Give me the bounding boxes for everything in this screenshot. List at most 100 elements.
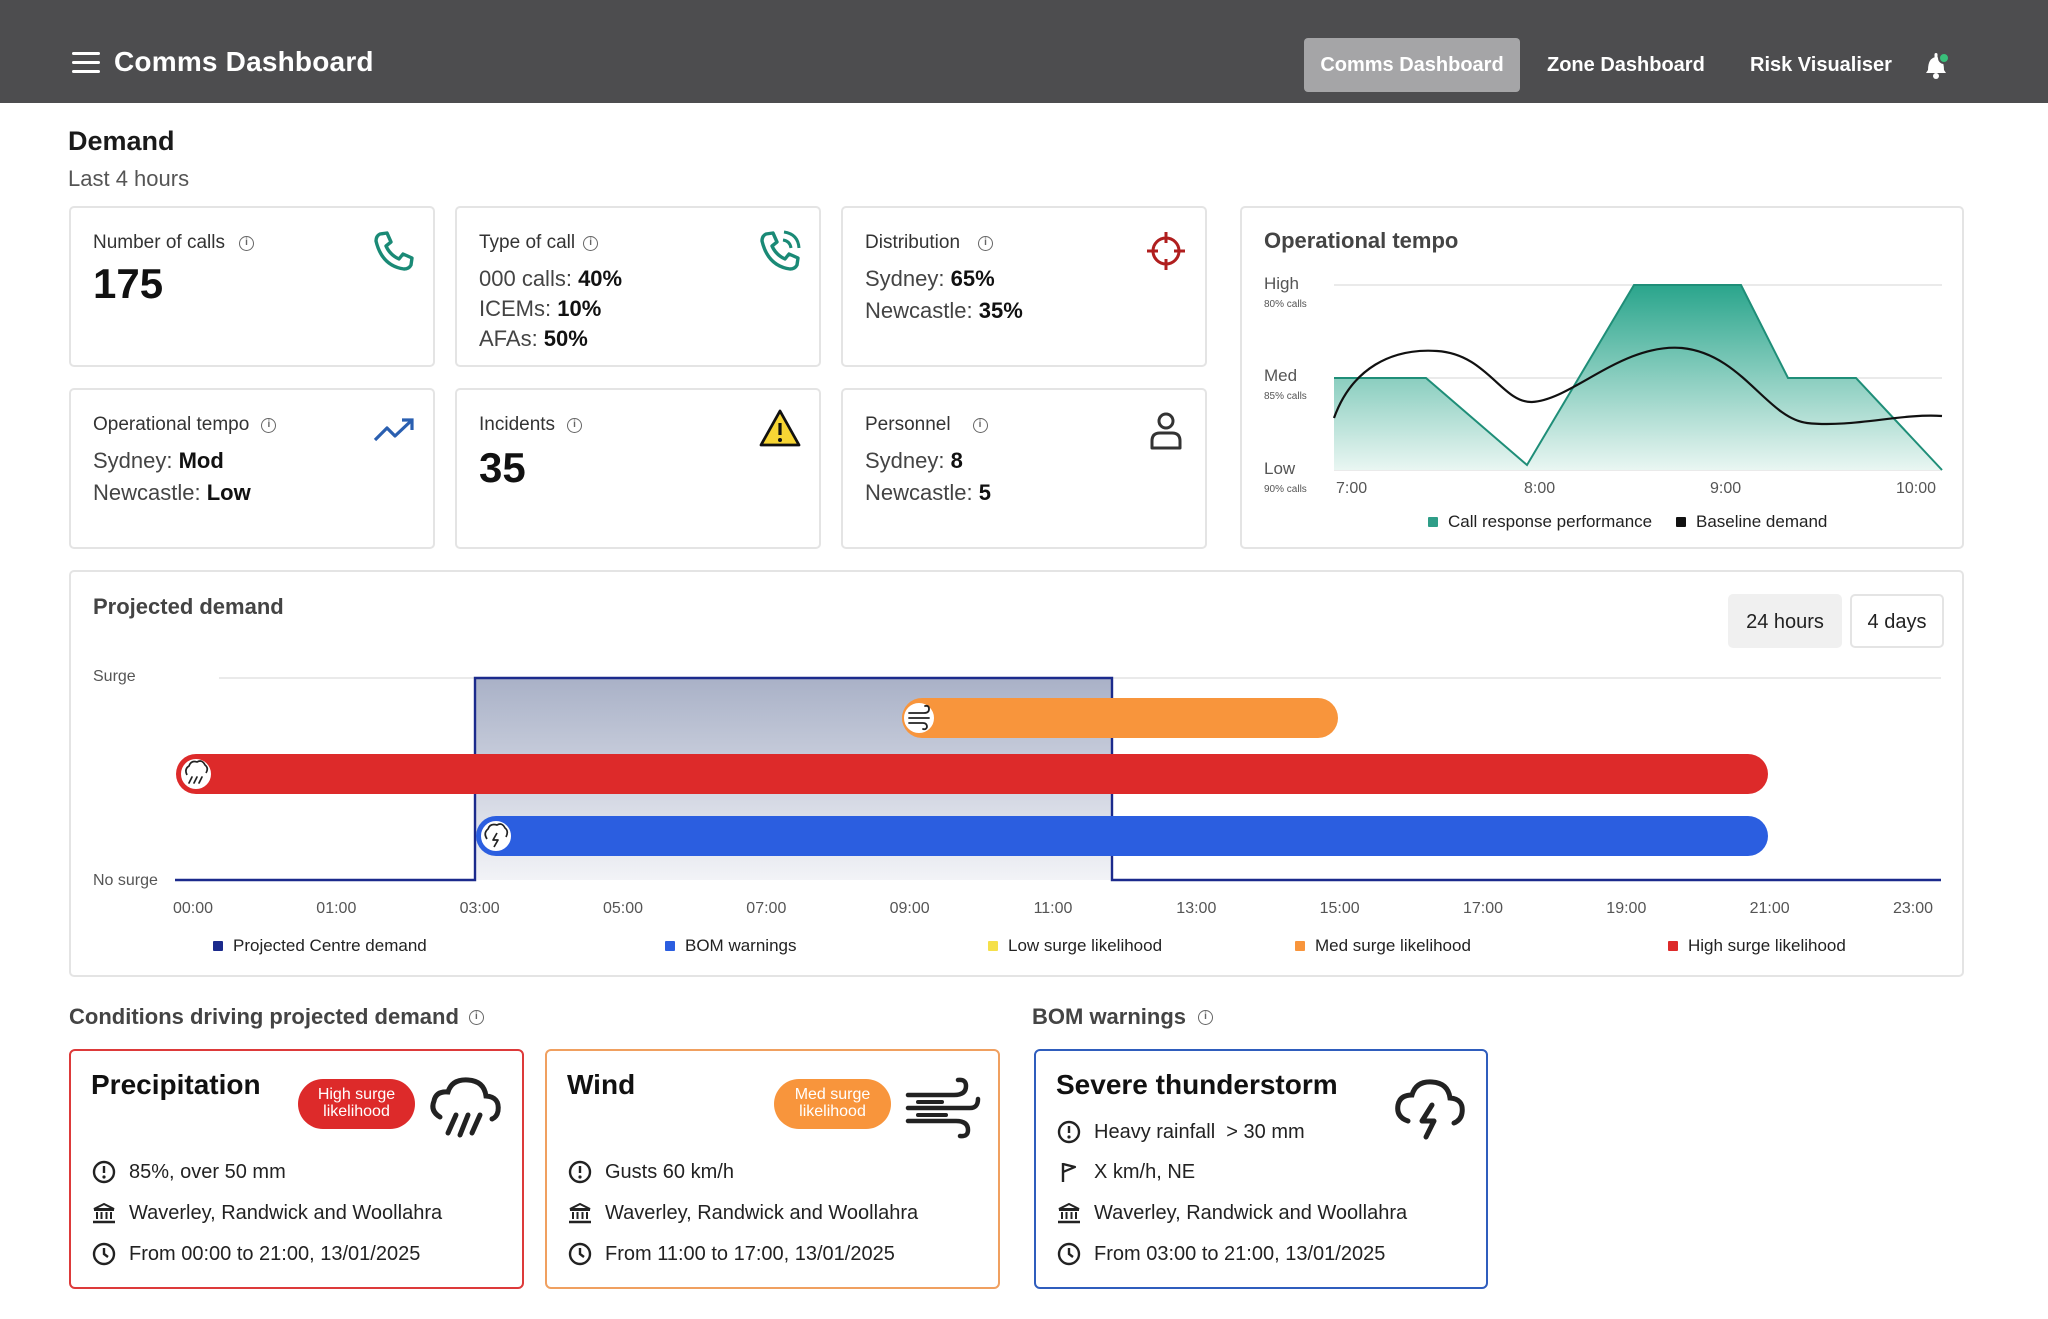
- alert-circle-icon: [92, 1160, 116, 1184]
- legend-low-surge: Low surge likelihood: [988, 936, 1162, 956]
- condition-row: From 11:00 to 17:00, 13/01/2025: [567, 1241, 895, 1267]
- x-tick: 8:00: [1524, 480, 1556, 497]
- incidents-value: 35: [479, 444, 526, 491]
- info-icon[interactable]: i: [468, 1009, 484, 1025]
- x-tick: 05:00: [602, 900, 644, 917]
- info-icon[interactable]: i: [978, 235, 994, 251]
- crosshair-icon: [1143, 228, 1189, 274]
- x-tick: 00:00: [172, 900, 214, 917]
- info-icon[interactable]: i: [583, 235, 599, 251]
- x-tick: 23:00: [1892, 900, 1934, 917]
- rain-marker-icon: [179, 757, 213, 791]
- nav-comms-dashboard[interactable]: Comms Dashboard: [1304, 38, 1520, 92]
- y-sublabel-med: 85% calls: [1264, 391, 1307, 402]
- legend-swatch: [665, 941, 675, 951]
- app-title: Comms Dashboard: [114, 46, 374, 77]
- legend-swatch: [1668, 941, 1678, 951]
- card-type-of-call[interactable]: Type of call i 000 calls: 40% ICEMs: 10% …: [455, 206, 821, 367]
- building-icon: [1058, 1202, 1080, 1224]
- nav-risk-visualiser[interactable]: Risk Visualiser: [1750, 38, 1892, 92]
- x-tick: 13:00: [1176, 900, 1217, 917]
- info-icon[interactable]: i: [1198, 1009, 1214, 1025]
- y-label-med: Med: [1264, 366, 1298, 385]
- condition-row: X km/h, NE: [1056, 1159, 1195, 1185]
- rain-cloud-icon: [426, 1071, 506, 1143]
- wind-icon: [902, 1075, 982, 1141]
- condition-title: Wind: [567, 1069, 636, 1100]
- person-icon: [1143, 408, 1189, 454]
- bom-warnings-section-label: BOM warnings i: [1032, 1004, 1214, 1030]
- condition-row: From 00:00 to 21:00, 13/01/2025: [91, 1241, 420, 1267]
- legend-bom-warnings: BOM warnings: [665, 936, 796, 956]
- alert-circle-icon: [1057, 1120, 1081, 1144]
- calls-value: 175: [93, 260, 164, 307]
- info-icon[interactable]: i: [239, 235, 254, 251]
- card-operational-tempo[interactable]: Operational tempo i Sydney: Mod Newcastle…: [69, 388, 435, 549]
- card-label: Distribution: [865, 232, 961, 253]
- condition-row: From 03:00 to 21:00, 13/01/2025: [1056, 1241, 1385, 1267]
- condition-row: Waverley, Randwick and Woollahra: [91, 1200, 442, 1226]
- legend-baseline-demand: Baseline demand: [1676, 512, 1827, 532]
- info-icon[interactable]: i: [567, 417, 583, 433]
- phone-icon: [371, 228, 417, 274]
- nav-zone-dashboard[interactable]: Zone Dashboard: [1547, 38, 1705, 92]
- bom-warning-bar: [476, 816, 1768, 856]
- building-icon: [93, 1202, 115, 1224]
- x-tick: 21:00: [1749, 900, 1790, 917]
- legend-projected-centre-demand: Projected Centre demand: [213, 936, 427, 956]
- condition-title: Precipitation: [91, 1069, 261, 1100]
- condition-title: Severe thunderstorm: [1056, 1069, 1338, 1100]
- top-bar: Comms Dashboard Comms Dashboard Zone Das…: [0, 0, 2048, 103]
- building-icon: [569, 1202, 591, 1224]
- card-distribution[interactable]: Distribution i Sydney: 65% Newcastle: 35%: [841, 206, 1207, 367]
- warning-icon: [757, 406, 803, 452]
- legend-swatch: [1428, 517, 1438, 527]
- hamburger-menu-icon[interactable]: [72, 52, 100, 74]
- demand-title: Demand: [68, 126, 175, 156]
- severe-thunderstorm-card[interactable]: Severe thunderstorm Heavy rainfall > 30 …: [1034, 1049, 1488, 1289]
- card-incidents[interactable]: Incidents i 35: [455, 388, 821, 549]
- x-tick: 07:00: [746, 900, 787, 917]
- card-number-of-calls[interactable]: Number of calls i 175: [69, 206, 435, 367]
- tempo-row-newcastle: Newcastle: Low: [93, 480, 251, 505]
- x-tick: 03:00: [459, 900, 500, 917]
- wind-card[interactable]: Wind Med surge likelihood Gusts 60 km/h …: [545, 1049, 1000, 1289]
- info-icon[interactable]: i: [972, 417, 988, 433]
- notification-bell-icon[interactable]: [1922, 50, 1950, 80]
- legend-swatch: [1295, 941, 1305, 951]
- legend-call-response: Call response performance: [1428, 512, 1652, 532]
- distribution-row-sydney: Sydney: 65%: [865, 266, 995, 291]
- card-label: Operational tempo: [93, 414, 250, 435]
- x-tick: 01:00: [316, 900, 357, 917]
- phone-ringing-icon: [757, 228, 803, 274]
- med-surge-badge: Med surge likelihood: [774, 1079, 891, 1129]
- storm-marker-icon: [479, 819, 513, 853]
- tempo-row-sydney: Sydney: Mod: [93, 448, 224, 473]
- precipitation-surge-bar: [176, 754, 1768, 794]
- personnel-row-sydney: Sydney: 8: [865, 448, 963, 473]
- y-label-surge: Surge: [93, 668, 136, 685]
- clock-icon: [92, 1242, 116, 1266]
- x-tick: 9:00: [1710, 480, 1742, 497]
- condition-row: Gusts 60 km/h: [567, 1159, 734, 1185]
- type-row-afas: AFAs: 50%: [479, 326, 588, 351]
- y-sublabel-high: 80% calls: [1264, 299, 1307, 310]
- card-personnel[interactable]: Personnel i Sydney: 8 Newcastle: 5: [841, 388, 1207, 549]
- precipitation-card[interactable]: Precipitation High surge likelihood 85%,…: [69, 1049, 524, 1289]
- distribution-row-newcastle: Newcastle: 35%: [865, 298, 1023, 323]
- x-tick: 10:00: [1896, 480, 1937, 497]
- clock-icon: [568, 1242, 592, 1266]
- legend-swatch: [988, 941, 998, 951]
- x-tick: 11:00: [1033, 900, 1073, 917]
- info-icon[interactable]: i: [261, 417, 277, 433]
- condition-row: Waverley, Randwick and Woollahra: [567, 1200, 918, 1226]
- condition-row: Waverley, Randwick and Woollahra: [1056, 1200, 1407, 1226]
- legend-swatch: [213, 941, 223, 951]
- card-label: Personnel: [865, 414, 951, 435]
- legend-med-surge: Med surge likelihood: [1295, 936, 1471, 956]
- legend-high-surge: High surge likelihood: [1668, 936, 1846, 956]
- wind-surge-bar: [902, 698, 1338, 738]
- flag-icon: [1061, 1162, 1077, 1182]
- card-label: Number of calls: [93, 232, 225, 253]
- thunderstorm-icon: [1392, 1073, 1468, 1145]
